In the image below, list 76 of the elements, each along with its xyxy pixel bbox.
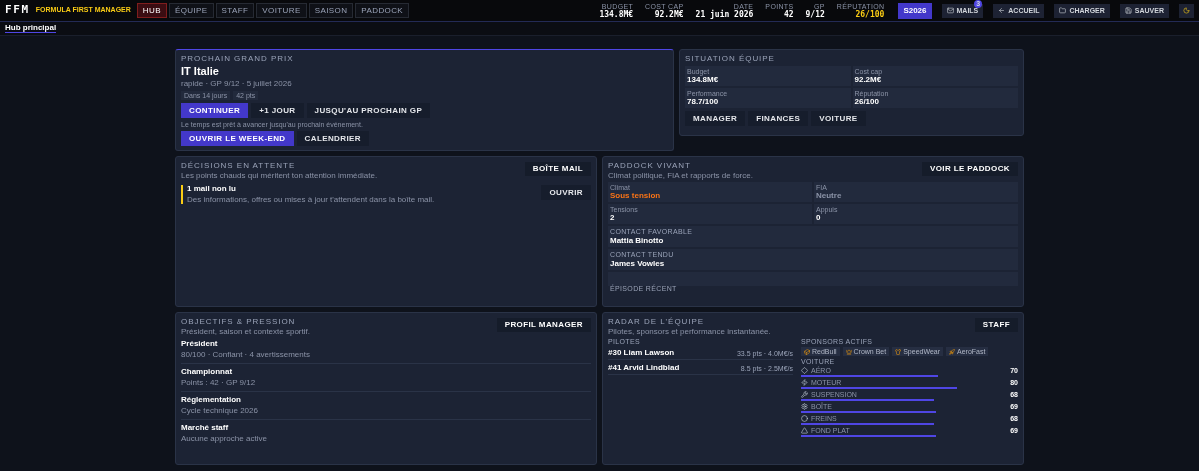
- stat-value: 9/12: [805, 10, 825, 19]
- breadcrumb-tab[interactable]: Hub principal: [5, 24, 57, 33]
- tile-value: 2: [610, 214, 616, 222]
- theme-button[interactable]: [1179, 3, 1194, 18]
- weekend-button[interactable]: CALENDRIER: [296, 131, 369, 146]
- stat-value: 92.2M€: [654, 10, 684, 19]
- nav-tab[interactable]: VOITURE: [256, 3, 307, 18]
- contact-name: James Vowles: [610, 260, 666, 268]
- stat-value: 134.8M€: [599, 10, 634, 19]
- cube-icon: [804, 348, 810, 355]
- circle-icon: [801, 415, 808, 422]
- section-action-button[interactable]: PROFIL MANAGER: [496, 318, 591, 332]
- objective-title: Réglementation: [181, 396, 242, 404]
- objective-title: Championnat: [181, 368, 234, 376]
- objective-title: Président: [181, 340, 219, 348]
- objective-text: Aucune approche active: [181, 435, 268, 443]
- gp-meta: rapide · GP 9/12 · 5 juillet 2026: [181, 80, 293, 88]
- nav-tab[interactable]: PADDOCK: [355, 3, 410, 18]
- stat-value: 21 juin 2026: [695, 10, 754, 19]
- tile-value: Sous tension: [610, 192, 662, 200]
- decision-text: Des informations, offres ou mises à jour t'attendent dans la boîte mail.: [187, 196, 435, 204]
- section-kicker: RADAR DE L'ÉQUIPE: [608, 318, 706, 326]
- driver-name: #41 Arvid Lindblad: [608, 364, 680, 372]
- open-button[interactable]: OUVRIR: [541, 185, 591, 200]
- time-button[interactable]: CONTINUER: [181, 103, 249, 118]
- mail-icon: [946, 7, 954, 14]
- save-icon: [1124, 7, 1132, 14]
- section-kicker: SITUATION ÉQUIPE: [685, 55, 775, 63]
- logo: FFM: [5, 2, 30, 19]
- section-action-button[interactable]: VOIR LE PADDOCK: [921, 162, 1018, 176]
- objective-text: 80/100 · Confiant · 4 avertissements: [181, 351, 311, 359]
- nav-tab[interactable]: HUB: [136, 3, 167, 18]
- time-button[interactable]: +1 JOUR: [251, 103, 304, 118]
- team-link-button[interactable]: MANAGER: [685, 111, 746, 126]
- tile-value: 26/100: [854, 98, 879, 106]
- section-description: Président, saison et contexte sportif.: [181, 328, 310, 336]
- tile-value: Neutre: [816, 192, 843, 200]
- season-badge: S2026: [898, 2, 932, 19]
- crown-icon: [845, 348, 852, 355]
- shirt-icon: [895, 348, 902, 355]
- nav-tab[interactable]: SAISON: [308, 3, 354, 18]
- tile-value: 92.2M€: [854, 76, 883, 84]
- stat-value: 26/100: [855, 10, 885, 19]
- section-kicker: OBJECTIFS & PRESSION: [181, 318, 297, 326]
- objective-text: Cycle technique 2026: [181, 407, 259, 415]
- nav-tab[interactable]: STAFF: [215, 3, 255, 18]
- section-action-button[interactable]: BOÎTE MAIL: [524, 162, 591, 176]
- moon-icon: [1183, 7, 1190, 14]
- team-link-button[interactable]: VOITURE: [811, 111, 866, 126]
- gp-title: IT Italie: [181, 66, 220, 77]
- weekend-button[interactable]: OUVRIR LE WEEK-END: [181, 131, 294, 146]
- section-action-button[interactable]: STAFF: [974, 318, 1018, 332]
- stat-value: 42: [783, 10, 794, 19]
- tile-value: 78.7/100: [687, 98, 720, 106]
- tile-value: 134.8M€: [687, 76, 720, 84]
- section-description: Climat politique, FIA et rapports de force.: [608, 172, 753, 180]
- decision-title: 1 mail non lu: [187, 185, 237, 193]
- contact-name: Mattia Binotto: [610, 237, 665, 245]
- section-kicker: PROCHAIN GRAND PRIX: [181, 55, 294, 63]
- diamond-icon: [801, 367, 808, 374]
- driver-name: #30 Liam Lawson: [608, 349, 675, 357]
- wrench-icon: [801, 391, 808, 398]
- rocket-icon: [949, 348, 956, 355]
- objective-text: Points : 42 · GP 9/12: [181, 379, 257, 387]
- arrow-icon: [998, 7, 1006, 14]
- objective-title: Marché staff: [181, 424, 230, 432]
- folder-icon: [1059, 7, 1067, 14]
- section-kicker: DÉCISIONS EN ATTENTE: [181, 162, 297, 170]
- section-description: Les points chauds qui méritent ton attention immédiate.: [181, 172, 378, 180]
- section-description: Pilotes, sponsors et performance instantanée.: [608, 328, 771, 336]
- tile-value: 0: [816, 214, 821, 222]
- nav-tab[interactable]: ÉQUIPE: [168, 3, 214, 18]
- team-link-button[interactable]: FINANCES: [748, 111, 809, 126]
- time-button[interactable]: JUSQU'AU PROCHAIN GP: [306, 103, 431, 118]
- section-kicker: PADDOCK VIVANT: [608, 162, 692, 170]
- triangle-icon: [801, 427, 808, 434]
